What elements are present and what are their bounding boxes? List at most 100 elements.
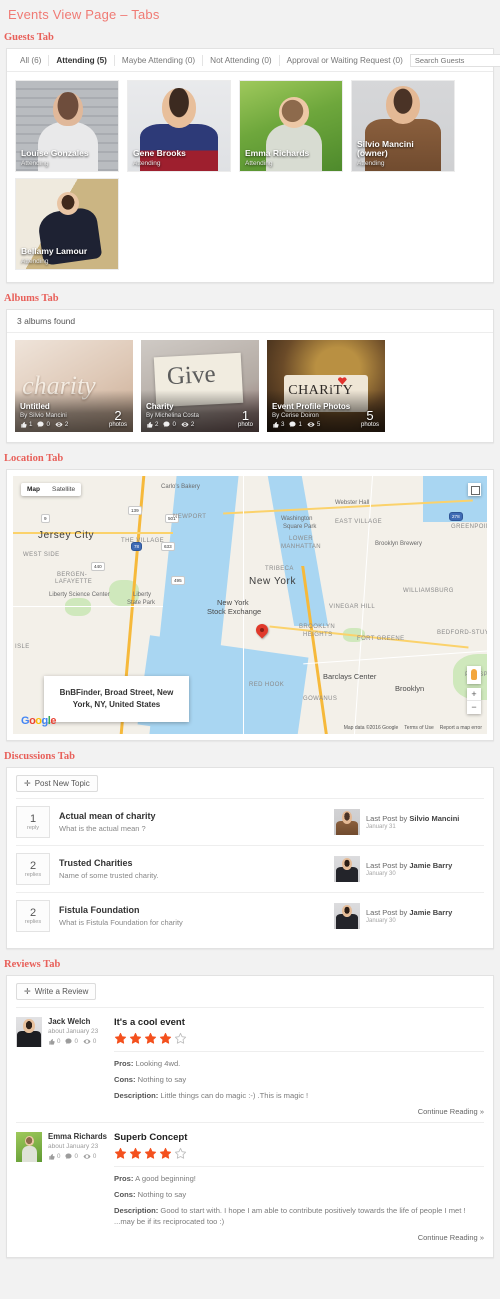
guest-filter-tab-3[interactable]: Not Attending (0) (203, 54, 280, 66)
topic-subtitle: What is the actual mean ? (59, 824, 146, 833)
topic-title[interactable]: Actual mean of charity (59, 811, 334, 822)
search-guests-input[interactable] (409, 53, 500, 67)
album-count-number: 2 (114, 408, 122, 423)
thumbs-up-icon (49, 1038, 55, 1045)
plus-icon: ✛ (24, 987, 31, 996)
pegman-icon[interactable] (467, 666, 481, 684)
map-label: New York (217, 598, 249, 607)
review-content: It's a cool event Pros: Looking 4wd. Cons:… (114, 1017, 484, 1116)
stat-views: 5 (307, 421, 320, 428)
map-marker-icon[interactable] (253, 621, 271, 641)
comment-icon (65, 1153, 73, 1160)
write-review-label: Write a Review (34, 987, 89, 996)
guest-card[interactable]: Louise Gonzales Attending (15, 80, 119, 172)
write-review-button[interactable]: ✛ Write a Review (16, 983, 97, 1000)
map-label: Stock Exchange (207, 607, 262, 616)
star-filled-icon (129, 1032, 142, 1044)
guest-status: Attending (357, 160, 385, 167)
map-label: FORT GREENE (357, 636, 405, 642)
guest-card[interactable]: Emma Richards Attending (239, 80, 343, 172)
section-title-location: Location Tab (4, 453, 64, 464)
zoom-in-button[interactable]: + (467, 688, 481, 701)
map-canvas[interactable]: 78 278 139 9 501 440 633 495 Carlo's Bak… (13, 476, 487, 734)
last-post-author: Jamie Barry (409, 908, 453, 917)
section-title-reviews: Reviews Tab (4, 959, 61, 970)
guest-filter-tab-4[interactable]: Approval or Waiting Request (0) (280, 55, 410, 66)
albums-panel: 3 albums found UntitledBy Silvio Mancini… (6, 309, 494, 443)
avatar[interactable] (16, 1017, 42, 1047)
guest-filter-tab-0[interactable]: All (6) (13, 54, 50, 66)
guest-card[interactable]: Gene Brooks Attending (127, 80, 231, 172)
review-author-name[interactable]: Emma Richards (48, 1132, 107, 1141)
section-title-albums: Albums Tab (4, 293, 59, 304)
review-item: Emma Richards about January 23 0 0 0 Superb C… (16, 1122, 484, 1248)
guest-filter-tab-1[interactable]: Attending (5) (49, 54, 115, 66)
review-description: Description: Little things can do magic … (114, 1091, 309, 1100)
zoom-out-button[interactable]: − (467, 701, 481, 714)
review-date: about January 23 (48, 1028, 99, 1035)
continue-reading-link[interactable]: Continue Reading » (114, 1233, 484, 1242)
map-type-map[interactable]: Map (21, 483, 46, 496)
map-credit-item: Report a map error (439, 725, 482, 731)
last-post-by: Last Post by Silvio Mancini (366, 814, 460, 823)
avatar[interactable] (16, 1132, 42, 1162)
album-card[interactable]: CharityBy Michelina Costa2021photo (141, 340, 259, 432)
topic-title[interactable]: Fistula Foundation (59, 905, 334, 916)
star-filled-icon (129, 1147, 142, 1159)
review-date: about January 23 (48, 1143, 99, 1150)
stat-likes-value: 0 (57, 1038, 61, 1045)
route-shield-440: 440 (91, 562, 105, 571)
post-new-topic-button[interactable]: ✛ Post New Topic (16, 775, 98, 792)
guest-card[interactable]: Bellamy Lamour Attending (15, 178, 119, 270)
guests-toolbar: All (6) Attending (5) Maybe Attending (0) N… (7, 49, 500, 72)
discussions-body: ✛ Post New Topic 1 reply Actual mean of ch… (7, 768, 493, 948)
review-rating[interactable] (114, 1032, 484, 1052)
last-post-by: Last Post by Jamie Barry (366, 861, 453, 870)
avatar[interactable] (334, 856, 360, 882)
guest-card[interactable]: Silvio Mancini (owner) Attending (351, 80, 455, 172)
map-label: EAST VILLAGE (335, 519, 383, 525)
guest-status: Attending (133, 160, 161, 167)
guests-filter-tabs: All (6) Attending (5) Maybe Attending (0) N… (13, 54, 410, 66)
review-rating[interactable] (114, 1147, 484, 1167)
map-label: BEDFORD-STUY (437, 630, 487, 636)
map-label: Barclays Center (323, 672, 377, 681)
topic-subtitle: Name of some trusted charity. (59, 871, 159, 880)
map-type-satellite[interactable]: Satellite (46, 483, 81, 496)
album-card[interactable]: Event Profile PhotosBy Cerise Doiron3155… (267, 340, 385, 432)
guest-grid: Louise Gonzales Attending Gene Brooks Atten… (7, 72, 493, 282)
continue-reading-link[interactable]: Continue Reading » (114, 1107, 484, 1116)
avatar[interactable] (334, 903, 360, 929)
guests-panel: All (6) Attending (5) Maybe Attending (0) N… (6, 48, 500, 283)
guest-meta: Silvio Mancini (owner) Attending (352, 137, 454, 171)
review-title: It's a cool event (114, 1017, 185, 1028)
album-card[interactable]: UntitledBy Silvio Mancini1022photos (15, 340, 133, 432)
google-logo: Google (21, 715, 56, 727)
guest-name: Louise Gonzales (21, 148, 89, 158)
guest-status: Attending (21, 258, 49, 265)
route-shield-i278: 278 (449, 512, 463, 521)
topic-title[interactable]: Trusted Charities (59, 858, 334, 869)
stat-comments: 0 (163, 421, 176, 428)
section-title-discussions: Discussions Tab (4, 751, 75, 762)
topic-row[interactable]: 2 replies Trusted Charities Name of some tr… (16, 845, 484, 892)
route-shield-9: 9 (41, 514, 50, 523)
topic-main: Actual mean of charity What is the actual… (59, 811, 334, 833)
review-pros: Pros: A good beginning! (114, 1174, 196, 1183)
location-panel: 78 278 139 9 501 440 633 495 Carlo's Bak… (6, 469, 494, 741)
map-label: Carlo's Bakery (161, 484, 200, 490)
avatar[interactable] (334, 809, 360, 835)
fullscreen-icon[interactable] (468, 483, 481, 496)
topic-row[interactable]: 2 replies Fistula Foundation What is Fistul… (16, 892, 484, 939)
review-item: Jack Welch about January 23 0 0 0 It's a cool… (16, 1007, 484, 1122)
map-label: Jersey City (38, 530, 95, 541)
stat-comments-value: 0 (46, 421, 50, 428)
topic-row[interactable]: 1 reply Actual mean of charity What is the … (16, 798, 484, 845)
map-type-switcher[interactable]: Map Satellite (21, 483, 82, 496)
review-author-name[interactable]: Jack Welch (48, 1017, 98, 1026)
album-photo-count: 1 photo (238, 409, 253, 428)
map-zoom-controls[interactable]: + − (467, 688, 481, 714)
reviews-body: ✛ Write a Review Jack Welch about January… (7, 976, 493, 1257)
guest-filter-tab-2[interactable]: Maybe Attending (0) (115, 54, 204, 66)
review-author-info: Emma Richards about January 23 0 0 0 (48, 1132, 107, 1242)
